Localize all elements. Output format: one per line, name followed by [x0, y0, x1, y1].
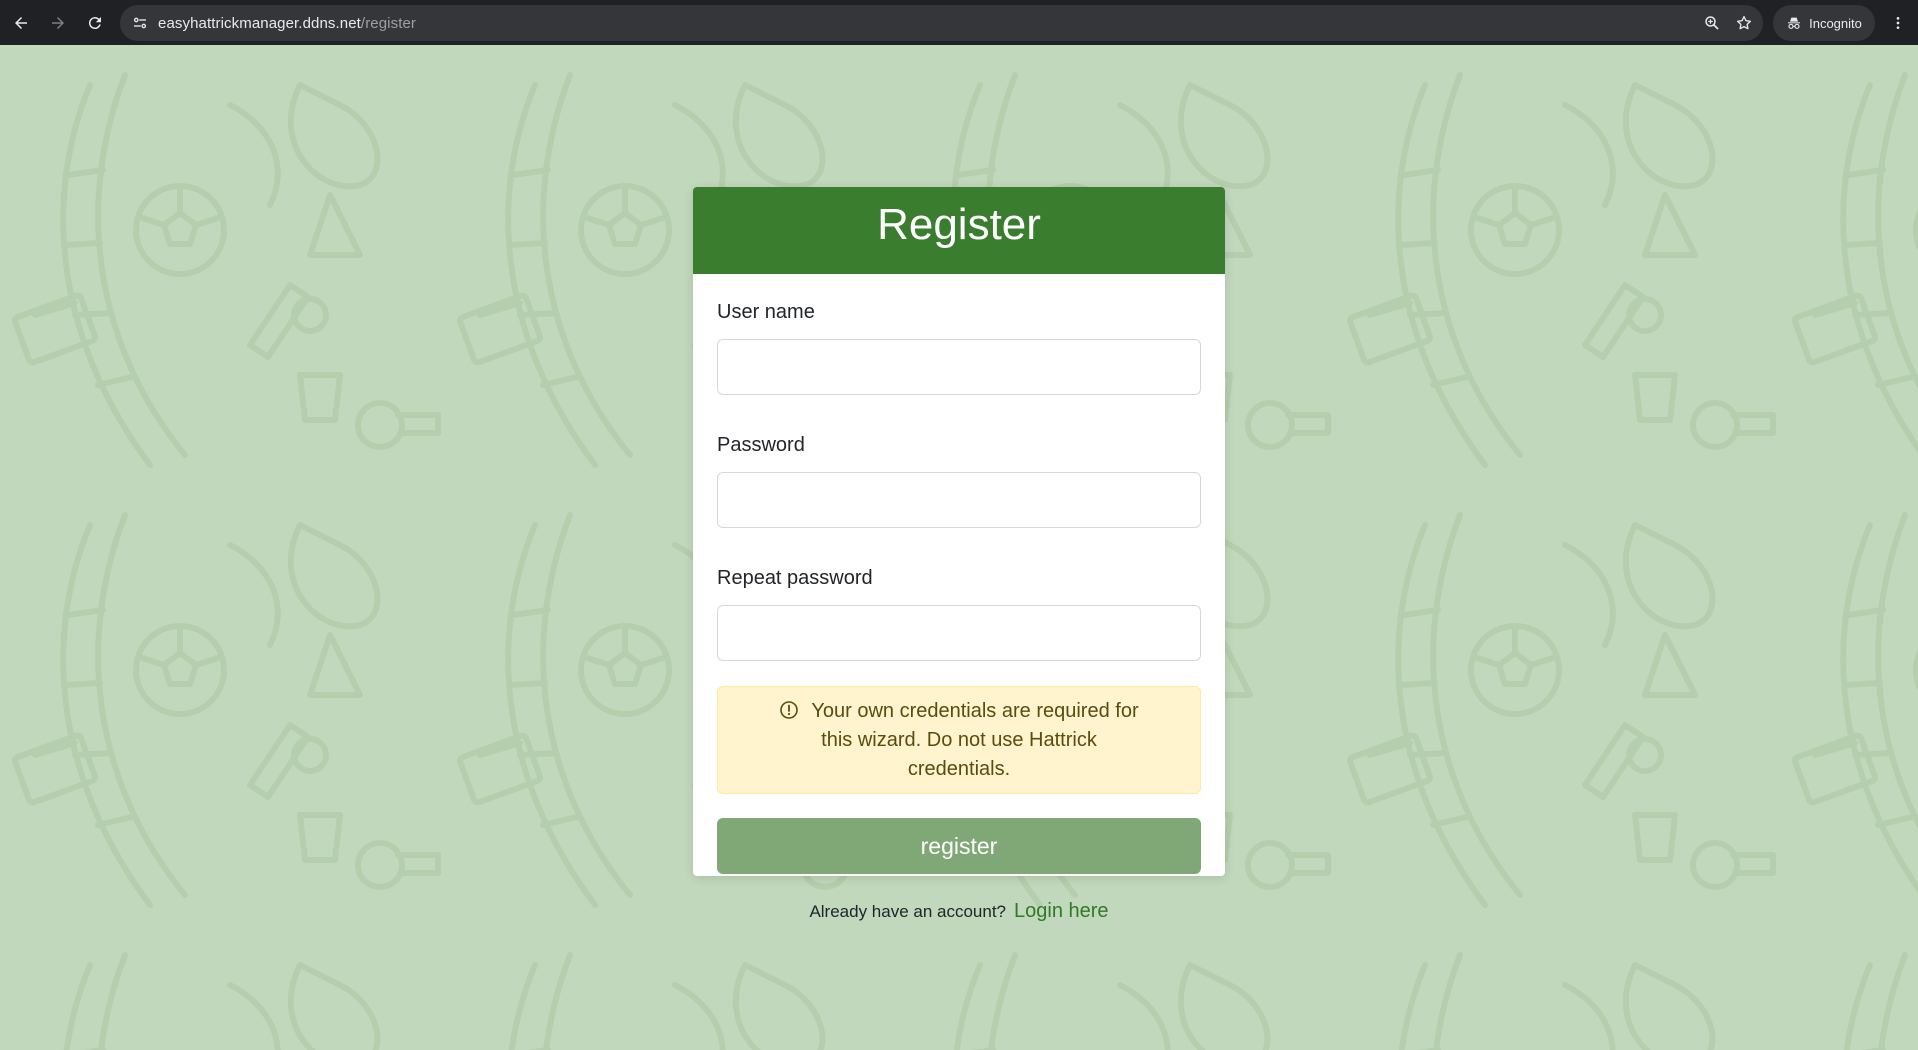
password-label: Password — [717, 434, 805, 456]
page-title: Register — [877, 199, 1041, 249]
reload-button[interactable] — [77, 5, 113, 41]
password-input[interactable] — [717, 472, 1201, 528]
back-button[interactable] — [3, 5, 39, 41]
back-arrow-icon — [15, 16, 27, 29]
register-card-header: Register — [693, 187, 1225, 274]
repeat-password-input[interactable] — [717, 605, 1201, 661]
forward-button[interactable] — [40, 5, 76, 41]
site-info-button[interactable] — [124, 7, 156, 39]
bookmark-star-icon[interactable] — [1735, 14, 1753, 32]
register-form: User name Password Repeat password Your … — [693, 274, 1225, 874]
url-path: /register — [360, 14, 417, 32]
register-card: Register User name Password Repeat passw… — [693, 187, 1225, 876]
url-text: easyhattrickmanager.ddns.net/register — [158, 15, 416, 32]
address-bar[interactable]: easyhattrickmanager.ddns.net/register — [120, 5, 1763, 41]
forward-arrow-icon — [52, 16, 64, 29]
incognito-badge[interactable]: Incognito — [1773, 5, 1875, 41]
username-field-group: User name — [717, 300, 1201, 395]
url-host: easyhattrickmanager.ddns.net — [158, 14, 361, 32]
alert-content: Your own credentials are required for th… — [768, 697, 1150, 784]
login-link[interactable]: Login here — [1014, 900, 1109, 922]
password-field-group: Password — [717, 433, 1201, 528]
credentials-warning-alert: Your own credentials are required for th… — [717, 686, 1201, 794]
login-prompt: Already have an account? Login here — [693, 900, 1225, 923]
exclamation-circle-icon — [780, 700, 799, 719]
site-info-icon — [133, 17, 147, 29]
repeat-password-field-group: Repeat password — [717, 566, 1201, 661]
browser-toolbar: easyhattrickmanager.ddns.net/register In… — [0, 0, 1918, 45]
zoom-icon[interactable] — [1703, 14, 1721, 32]
kebab-menu-icon — [1896, 17, 1900, 29]
browser-menu-button[interactable] — [1884, 9, 1912, 37]
login-prompt-text: Already have an account? — [809, 902, 1007, 921]
reload-icon — [88, 16, 101, 29]
incognito-label: Incognito — [1809, 15, 1862, 31]
username-input[interactable] — [717, 339, 1201, 395]
repeat-password-label: Repeat password — [717, 567, 873, 589]
incognito-icon — [1788, 17, 1801, 29]
page-viewport: Register User name Password Repeat passw… — [0, 45, 1918, 1050]
register-button[interactable]: register — [717, 818, 1201, 874]
alert-text: Your own credentials are required for th… — [811, 699, 1139, 780]
username-label: User name — [717, 301, 815, 323]
